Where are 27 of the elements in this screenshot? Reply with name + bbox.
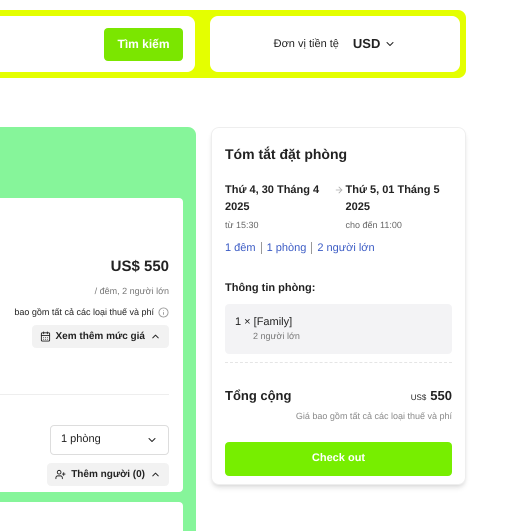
total-currency: US$ <box>410 392 426 404</box>
room-info-label: Thông tin phòng: <box>225 281 316 296</box>
total-note: Giá bao gồm tất cả các loại thuế và phí <box>296 410 452 423</box>
checkin-time: từ 15:30 <box>225 219 260 232</box>
checkout-date: Thứ 5, 01 Tháng 5 2025 <box>346 183 441 215</box>
total-label: Tổng cộng <box>225 386 292 405</box>
currency-select[interactable]: USD <box>352 34 396 54</box>
price: US$ 550 <box>110 257 169 277</box>
checkout-time: cho đến 11:00 <box>346 219 403 232</box>
room-name: 1 × [Family] <box>235 314 294 330</box>
stay-detail: 1 phòng <box>266 240 306 256</box>
more-rates-button[interactable]: Xem thêm mức giá <box>32 324 169 348</box>
summary-title: Tóm tắt đặt phòng <box>225 145 348 164</box>
currency-label: Đơn vị tiền tệ <box>274 36 339 52</box>
calendar-icon <box>40 330 50 342</box>
add-person-icon <box>55 468 66 480</box>
checkin-date: Thứ 4, 30 Tháng 4 2025 <box>225 183 320 215</box>
info-icon <box>158 307 169 318</box>
add-guests-button[interactable]: Thêm người (0) <box>47 462 169 486</box>
stay-detail: 2 người lớn <box>317 240 375 256</box>
arrow-right-icon <box>334 185 344 195</box>
total-amount: 550 <box>430 386 452 404</box>
stay-detail: 1 đêm <box>225 240 256 256</box>
room-guests: 2 người lớn <box>253 330 301 343</box>
rooms-select[interactable]: 1 phòng <box>50 424 169 454</box>
tax-note: bao gồm tất cả các loại thuế và phí <box>14 306 154 319</box>
price-unit: / đêm, 2 người lớn <box>94 284 169 298</box>
